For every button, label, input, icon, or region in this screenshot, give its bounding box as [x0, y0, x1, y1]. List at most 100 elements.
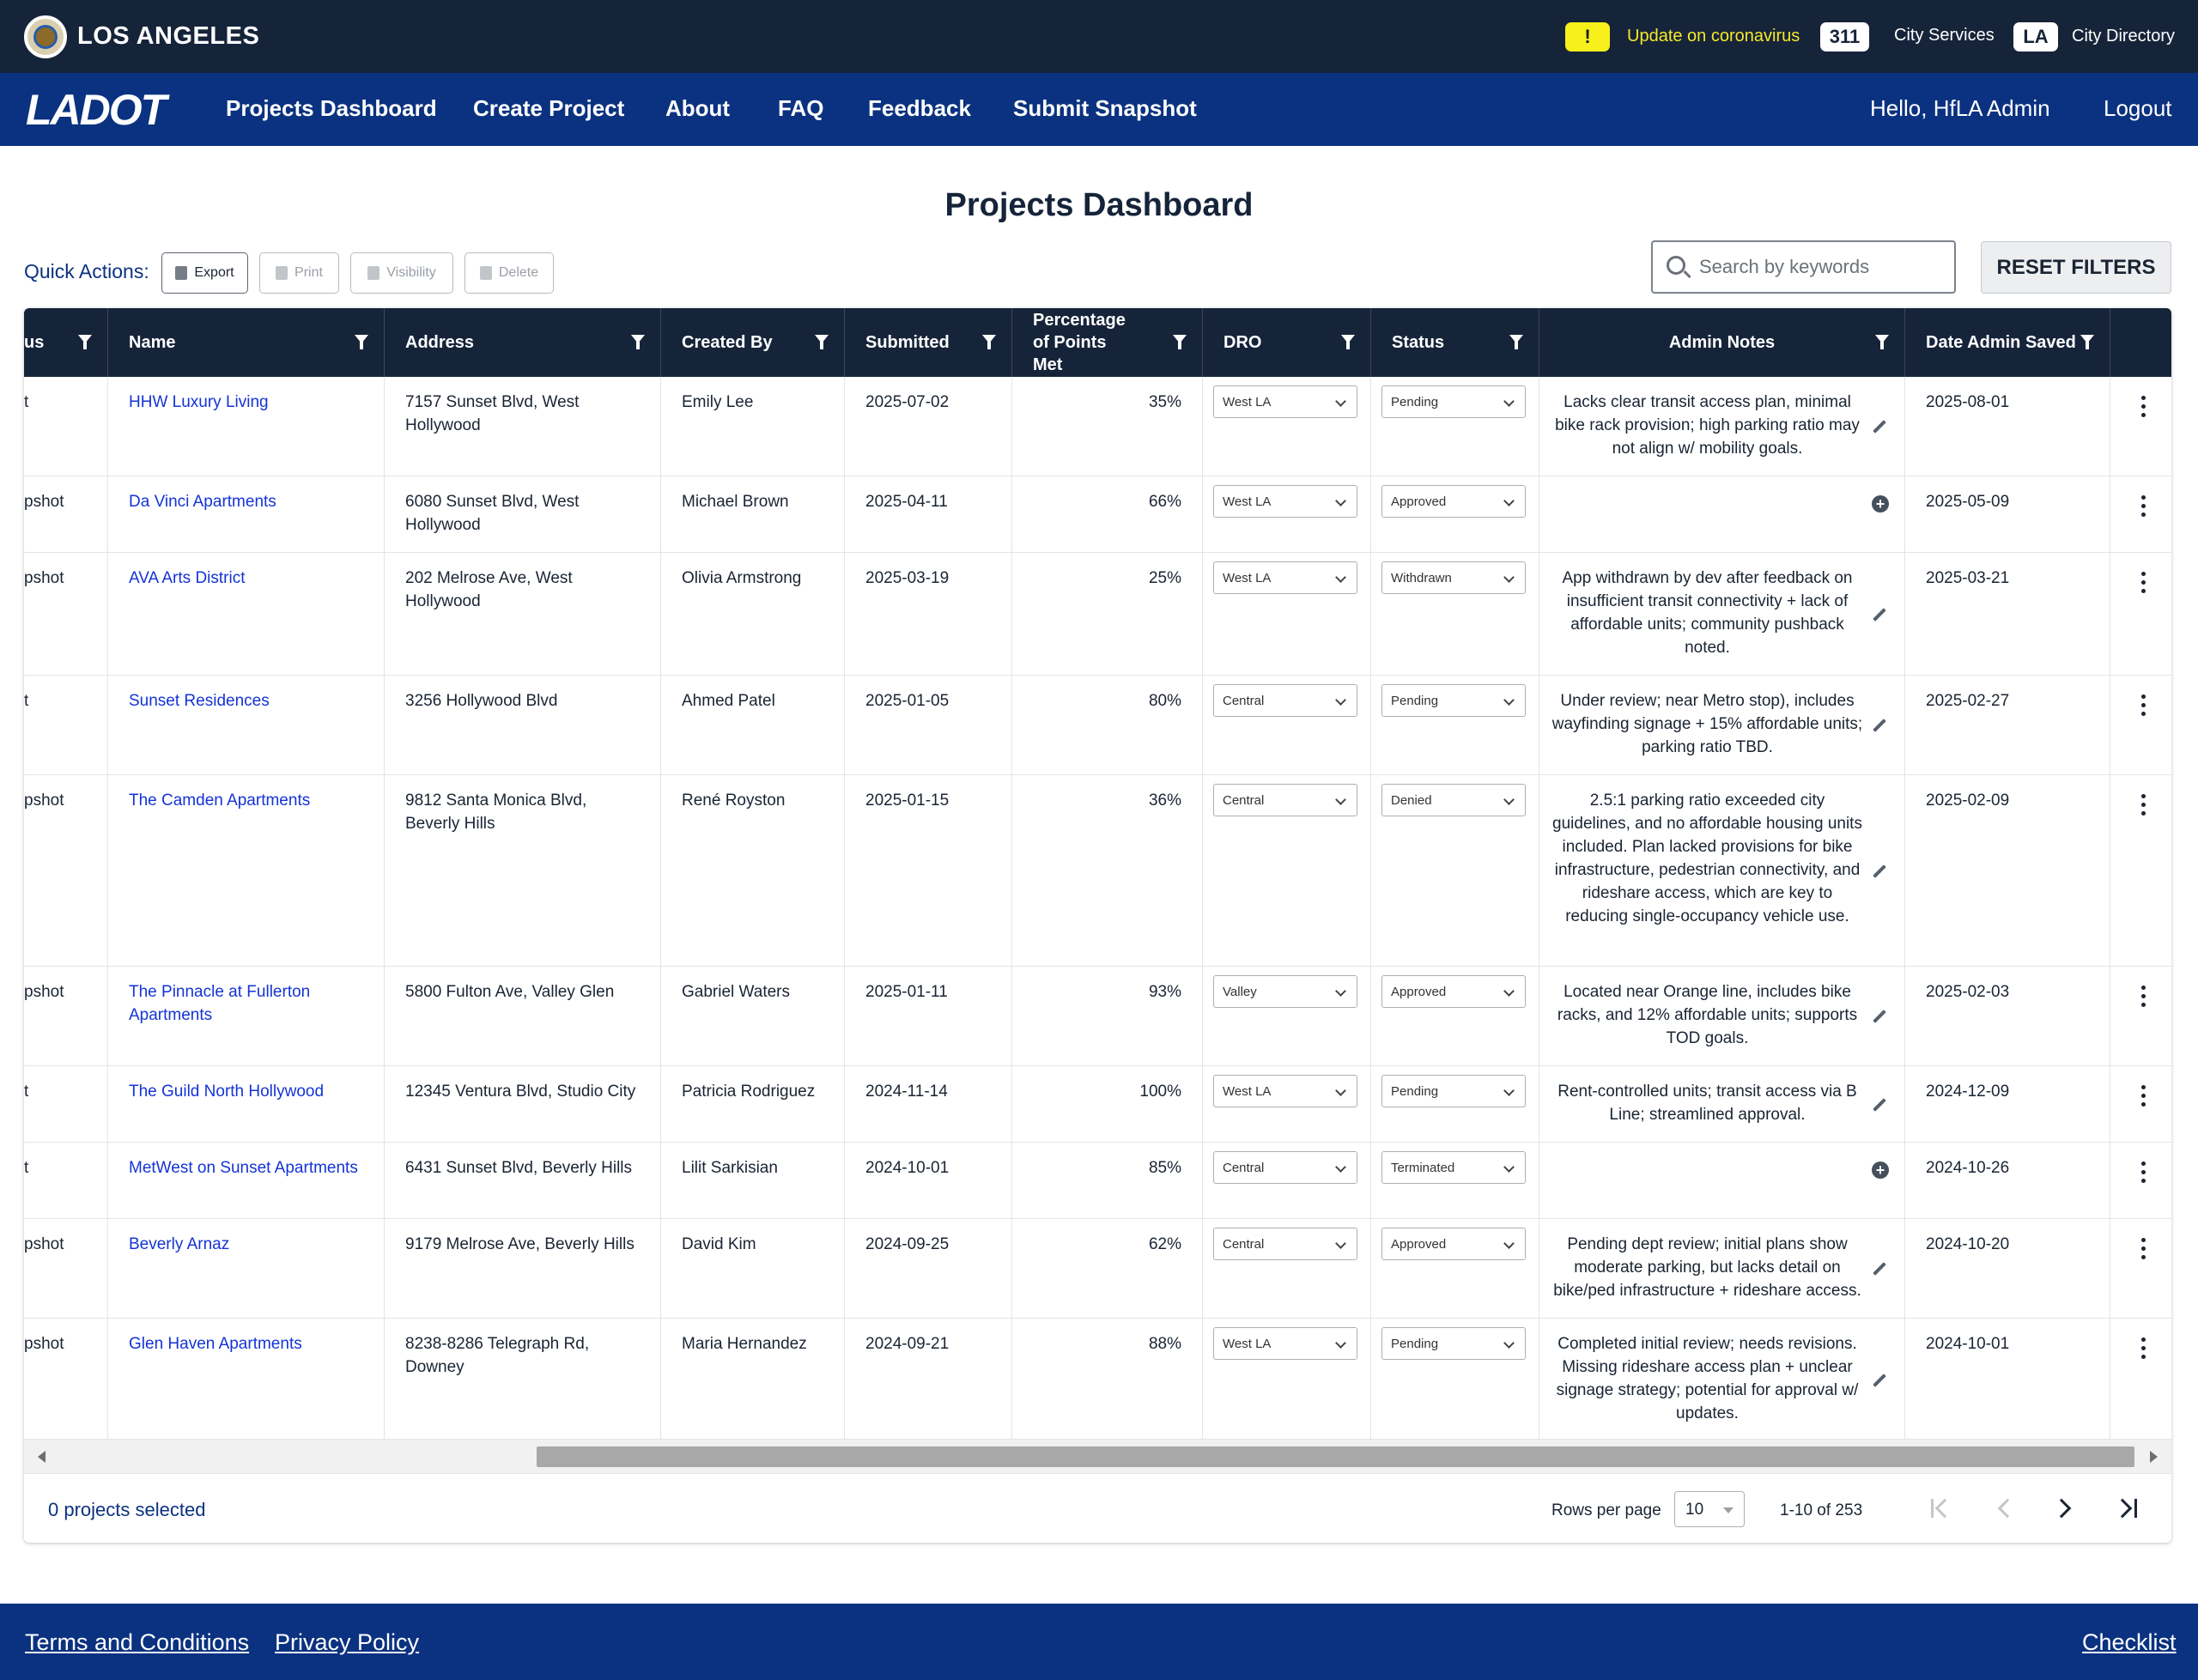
nav-create-project[interactable]: Create Project — [473, 95, 624, 122]
project-name-link[interactable]: Glen Haven Apartments — [129, 1335, 302, 1353]
city-directory-link[interactable]: City Directory — [2072, 27, 2175, 46]
nav-submit-snapshot[interactable]: Submit Snapshot — [1013, 95, 1197, 122]
nav-faq[interactable]: FAQ — [778, 95, 823, 122]
status-select[interactable]: Pending — [1381, 684, 1526, 717]
col-date-admin-saved-header[interactable]: Date Admin Saved — [1905, 308, 2110, 377]
status-select[interactable]: Pending — [1381, 385, 1526, 418]
delete-button[interactable]: Delete — [464, 252, 554, 294]
edit-icon[interactable] — [1873, 1010, 1886, 1023]
terms-link[interactable]: Terms and Conditions — [25, 1629, 249, 1656]
export-button[interactable]: Export — [161, 252, 248, 294]
table-row[interactable]: pshot Glen Haven Apartments 8238-8286 Tele… — [24, 1319, 2171, 1441]
edit-icon[interactable] — [1873, 864, 1886, 878]
filter-icon[interactable] — [2080, 335, 2094, 349]
project-name-link[interactable]: The Pinnacle at Fullerton Apartments — [129, 983, 310, 1024]
table-row[interactable]: pshot Da Vinci Apartments 6080 Sunset Blvd… — [24, 476, 2171, 553]
horizontal-scrollbar[interactable] — [24, 1439, 2171, 1473]
status-select[interactable]: Terminated — [1381, 1151, 1526, 1184]
more-vert-icon[interactable] — [2141, 1337, 2146, 1360]
col-created-by-header[interactable]: Created By — [661, 308, 845, 377]
checklist-link[interactable]: Checklist — [2082, 1629, 2177, 1656]
filter-icon[interactable] — [78, 335, 92, 349]
status-select[interactable]: Pending — [1381, 1327, 1526, 1360]
status-select[interactable]: Approved — [1381, 485, 1526, 518]
col-status-partial-header[interactable]: us — [24, 308, 108, 377]
edit-icon[interactable] — [1873, 1098, 1886, 1112]
filter-icon[interactable] — [1341, 335, 1355, 349]
city-services-link[interactable]: City Services — [1894, 26, 1995, 45]
more-vert-icon[interactable] — [2141, 396, 2146, 418]
prev-page-icon[interactable] — [1990, 1495, 2018, 1522]
visibility-button[interactable]: Visibility — [350, 252, 453, 294]
edit-icon[interactable] — [1873, 1262, 1886, 1276]
project-name-link[interactable]: Sunset Residences — [129, 692, 270, 710]
dro-select[interactable]: West LA — [1213, 485, 1357, 518]
edit-icon[interactable] — [1873, 719, 1886, 732]
logout-link[interactable]: Logout — [2104, 95, 2172, 122]
filter-icon[interactable] — [1875, 335, 1889, 349]
status-select[interactable]: Approved — [1381, 1228, 1526, 1260]
dro-select[interactable]: West LA — [1213, 561, 1357, 594]
col-status-header[interactable]: Status — [1371, 308, 1539, 377]
more-vert-icon[interactable] — [2141, 495, 2146, 518]
status-select[interactable]: Pending — [1381, 1075, 1526, 1107]
dro-select[interactable]: Central — [1213, 1228, 1357, 1260]
table-row[interactable]: t MetWest on Sunset Apartments 6431 Sunset… — [24, 1143, 2171, 1219]
table-row[interactable]: pshot The Camden Apartments 9812 Santa Mon… — [24, 775, 2171, 967]
badge-311[interactable]: 311 — [1820, 22, 1869, 52]
dro-select[interactable]: Valley — [1213, 975, 1357, 1008]
city-name[interactable]: LOS ANGELES — [77, 22, 259, 51]
filter-icon[interactable] — [355, 335, 368, 349]
city-seal-icon[interactable] — [24, 15, 67, 58]
user-greeting[interactable]: Hello, HfLA Admin — [1870, 95, 2050, 122]
filter-icon[interactable] — [1173, 335, 1187, 349]
dro-select[interactable]: Central — [1213, 1151, 1357, 1184]
project-name-link[interactable]: AVA Arts District — [129, 569, 246, 587]
col-address-header[interactable]: Address — [385, 308, 661, 377]
col-submitted-header[interactable]: Submitted — [845, 308, 1012, 377]
scroll-left-icon[interactable] — [38, 1451, 46, 1463]
print-button[interactable]: Print — [259, 252, 339, 294]
more-vert-icon[interactable] — [2141, 794, 2146, 816]
status-select[interactable]: Approved — [1381, 975, 1526, 1008]
dro-select[interactable]: West LA — [1213, 1075, 1357, 1107]
last-page-icon[interactable] — [2112, 1495, 2140, 1522]
search-input[interactable] — [1699, 242, 1948, 292]
first-page-icon[interactable] — [1928, 1495, 1955, 1522]
edit-icon[interactable] — [1873, 608, 1886, 622]
project-name-link[interactable]: The Guild North Hollywood — [129, 1083, 324, 1101]
table-row[interactable]: t The Guild North Hollywood 12345 Ventura … — [24, 1066, 2171, 1143]
dro-select[interactable]: Central — [1213, 784, 1357, 816]
edit-icon[interactable] — [1873, 420, 1886, 434]
col-admin-notes-header[interactable]: Admin Notes — [1539, 308, 1905, 377]
coronavirus-update-link[interactable]: Update on coronavirus — [1627, 27, 1800, 46]
project-name-link[interactable]: Da Vinci Apartments — [129, 493, 276, 511]
project-name-link[interactable]: Beverly Arnaz — [129, 1235, 229, 1253]
edit-icon[interactable] — [1873, 1374, 1886, 1387]
status-select[interactable]: Withdrawn — [1381, 561, 1526, 594]
nav-about[interactable]: About — [665, 95, 730, 122]
filter-icon[interactable] — [631, 335, 645, 349]
reset-filters-button[interactable]: RESET FILTERS — [1981, 241, 2171, 294]
next-page-icon[interactable] — [2051, 1495, 2079, 1522]
more-vert-icon[interactable] — [2141, 986, 2146, 1008]
search-box[interactable] — [1651, 240, 1956, 294]
more-vert-icon[interactable] — [2141, 694, 2146, 717]
col-name-header[interactable]: Name — [108, 308, 385, 377]
badge-la[interactable]: LA — [2013, 22, 2058, 52]
add-note-icon[interactable]: + — [1872, 1161, 1889, 1179]
dro-select[interactable]: Central — [1213, 684, 1357, 717]
scroll-right-icon[interactable] — [2150, 1451, 2158, 1463]
project-name-link[interactable]: HHW Luxury Living — [129, 393, 269, 411]
project-name-link[interactable]: MetWest on Sunset Apartments — [129, 1159, 358, 1177]
more-vert-icon[interactable] — [2141, 1161, 2146, 1184]
table-row[interactable]: pshot The Pinnacle at Fullerton Apartment… — [24, 967, 2171, 1066]
filter-icon[interactable] — [982, 335, 996, 349]
more-vert-icon[interactable] — [2141, 1238, 2146, 1260]
more-vert-icon[interactable] — [2141, 572, 2146, 594]
table-row[interactable]: pshot AVA Arts District 202 Melrose Ave, W… — [24, 553, 2171, 676]
more-vert-icon[interactable] — [2141, 1085, 2146, 1107]
nav-feedback[interactable]: Feedback — [868, 95, 971, 122]
table-row[interactable]: t Sunset Residences 3256 Hollywood Blvd Ahm… — [24, 676, 2171, 775]
status-select[interactable]: Denied — [1381, 784, 1526, 816]
